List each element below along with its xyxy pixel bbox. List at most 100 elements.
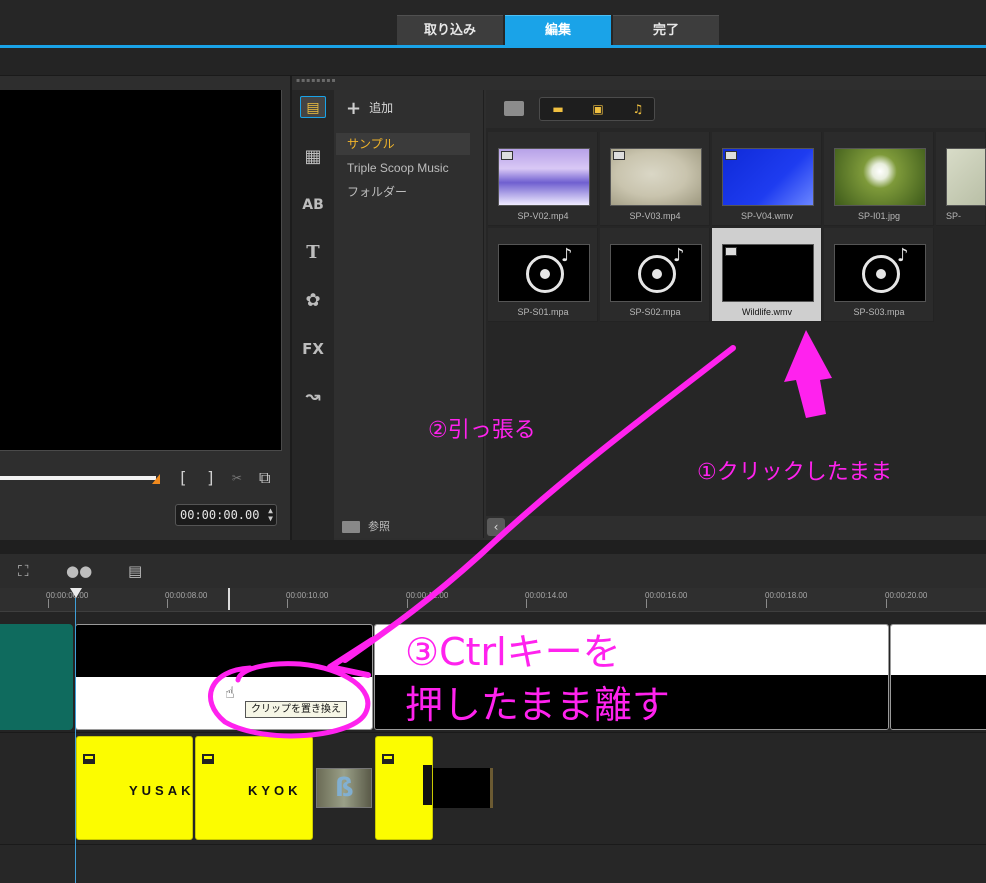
- tab-share[interactable]: 完了: [613, 15, 719, 45]
- timeline-ruler[interactable]: 00:00:06.00 00:00:08.00 00:00:10.00 00:0…: [0, 588, 986, 612]
- panel-divider[interactable]: [0, 540, 986, 554]
- timecode-field[interactable]: 00:00:00.00 ▲ ▼: [175, 504, 277, 526]
- media-toolbar: ▬ ▣ ♫: [486, 90, 986, 128]
- timeline-clip-title[interactable]: KYOK: [195, 736, 313, 840]
- media-caption: SP-S02.mpa: [629, 307, 681, 317]
- media-thumbnail: [722, 244, 814, 302]
- enlarge-icon[interactable]: ⧉: [259, 468, 270, 488]
- track-manager-icon[interactable]: ●●: [66, 562, 92, 580]
- media-item[interactable]: SP-I01.jpg: [824, 132, 934, 226]
- timeline-clip-video[interactable]: [890, 624, 986, 730]
- title-clip-text: YUSAK: [129, 783, 193, 798]
- menu-band: [0, 48, 986, 76]
- annotation-step3-line1: ③Ctrlキーを: [405, 630, 621, 674]
- media-caption: SP-V02.mp4: [517, 211, 569, 221]
- filter-video-icon[interactable]: ▬: [544, 101, 572, 118]
- media-filter-group: ▬ ▣ ♫: [539, 97, 655, 121]
- audio-disc-icon: [638, 255, 676, 293]
- timeline-toolbar: ⛶ ●● ▤: [0, 554, 986, 588]
- timeline-cursor: [228, 588, 230, 610]
- browse-label: 参照: [368, 520, 390, 533]
- ruler-label: 00:00:20.00: [885, 591, 928, 600]
- browse-icon: [342, 521, 360, 533]
- media-caption: Wildlife.wmv: [741, 307, 792, 317]
- library-category-bar: ▤ ▦ AB T ✿ FX ↝: [292, 90, 334, 540]
- image-glyph-icon: ß: [335, 773, 354, 803]
- media-item[interactable]: SP-V02.mp4: [488, 132, 598, 226]
- graphic-icon[interactable]: ✿: [300, 290, 326, 312]
- media-caption: SP-: [946, 211, 962, 221]
- media-thumbnail: ♪: [834, 244, 926, 302]
- playhead-line: [75, 598, 76, 883]
- ruler-label: 00:00:12.00: [406, 591, 449, 600]
- video-badge-icon: [725, 247, 737, 256]
- title-clip-partial-text: [423, 765, 432, 805]
- media-thumbnail: [722, 148, 814, 206]
- preview-screen: [0, 90, 282, 451]
- video-badge-icon: [501, 151, 513, 160]
- media-item[interactable]: SP-V04.wmv: [712, 132, 822, 226]
- media-item[interactable]: SP-: [936, 132, 986, 226]
- media-thumbnail: [498, 148, 590, 206]
- media-item-selected[interactable]: Wildlife.wmv: [712, 228, 822, 322]
- annotation-step1: ①クリックしたまま: [697, 460, 893, 485]
- timecode-spinner-icon[interactable]: ▲ ▼: [268, 507, 273, 523]
- media-item[interactable]: ♪ SP-S02.mpa: [600, 228, 710, 322]
- playhead-marker-icon[interactable]: [70, 588, 82, 598]
- path-icon[interactable]: ↝: [300, 386, 326, 408]
- instant-project-icon[interactable]: ▦: [300, 146, 326, 168]
- media-thumbnail: ♪: [498, 244, 590, 302]
- ruler-label: 00:00:14.00: [525, 591, 568, 600]
- collapse-library-icon[interactable]: ‹: [487, 518, 505, 536]
- media-caption: SP-I01.jpg: [857, 211, 901, 221]
- filter-photo-icon[interactable]: ▣: [584, 101, 612, 118]
- folder-item-folder[interactable]: フォルダー: [336, 181, 470, 203]
- folder-item-triple-scoop[interactable]: Triple Scoop Music: [336, 157, 470, 179]
- tab-capture[interactable]: 取り込み: [397, 15, 503, 45]
- mark-in-icon[interactable]: [: [178, 468, 188, 487]
- media-thumbnail: ♪: [610, 244, 702, 302]
- title-icon[interactable]: T: [300, 242, 326, 264]
- timeline-clip-title[interactable]: YUSAK: [76, 736, 193, 840]
- ruler-tick: [646, 599, 647, 608]
- add-folder-button[interactable]: + 追加: [346, 98, 393, 119]
- transition-icon[interactable]: AB: [300, 194, 326, 216]
- media-item[interactable]: ♪ SP-S03.mpa: [824, 228, 934, 322]
- browse-button[interactable]: 参照: [342, 518, 390, 534]
- panel-grip-icon[interactable]: ▪▪▪▪▪▪▪▪: [296, 78, 336, 84]
- video-editor-window: 取り込み 編集 完了 [ ] ✂ ⧉ 00:00:00.00 ▲ ▼ ▪▪▪▪▪▪…: [0, 0, 986, 883]
- timeline-clip-title[interactable]: [375, 736, 433, 840]
- music-note-icon: ♪: [897, 245, 909, 266]
- title-badge-icon: [83, 754, 95, 764]
- mark-out-icon[interactable]: ]: [206, 468, 216, 487]
- folder-icon[interactable]: [504, 101, 524, 116]
- tab-edit[interactable]: 編集: [505, 15, 611, 45]
- media-thumbnail: [834, 148, 926, 206]
- split-icon[interactable]: ✂: [232, 468, 242, 487]
- video-badge-icon: [725, 151, 737, 160]
- scrubber-bar[interactable]: [0, 476, 156, 480]
- filter-audio-icon[interactable]: ♫: [624, 101, 652, 118]
- media-caption: SP-V04.wmv: [740, 211, 793, 221]
- media-thumbnail: [610, 148, 702, 206]
- title-badge-icon: [202, 754, 214, 764]
- ruler-tick: [766, 599, 767, 608]
- subtitle-editor-icon[interactable]: ▤: [128, 562, 142, 580]
- filter-icon[interactable]: FX: [300, 338, 326, 360]
- media-caption: SP-S01.mpa: [517, 307, 569, 317]
- annotation-step2: ②引っ張る: [428, 418, 536, 443]
- media-icon[interactable]: ▤: [300, 96, 326, 118]
- timeline-clip-dark[interactable]: [433, 768, 493, 808]
- ruler-label: 00:00:10.00: [286, 591, 329, 600]
- ruler-tick: [886, 599, 887, 608]
- music-note-icon: ♪: [561, 245, 573, 266]
- timeline-clip-color[interactable]: [0, 624, 73, 730]
- scrubber-handle[interactable]: [152, 474, 160, 484]
- media-item[interactable]: ♪ SP-S01.mpa: [488, 228, 598, 322]
- media-caption: SP-S03.mpa: [853, 307, 905, 317]
- timeline-clip-image[interactable]: ß: [316, 768, 372, 808]
- storyboard-view-icon[interactable]: ⛶: [18, 562, 29, 580]
- folder-item-sample[interactable]: サンプル: [336, 133, 470, 155]
- media-item[interactable]: SP-V03.mp4: [600, 132, 710, 226]
- plus-icon: +: [346, 98, 362, 119]
